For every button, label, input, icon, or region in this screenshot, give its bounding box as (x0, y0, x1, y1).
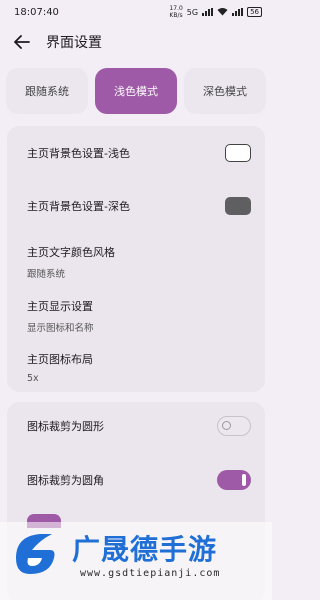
row-layout[interactable]: 主页图标布局 5x (27, 351, 251, 384)
row-bg-dark[interactable]: 主页背景色设置-深色 (27, 197, 251, 215)
wifi-icon (217, 7, 228, 18)
home-settings-card: 主页背景色设置-浅色 主页背景色设置-深色 主页文字颜色风格 跟随系统 主页显示… (7, 126, 265, 392)
row-display-value: 显示图标和名称 (27, 323, 94, 334)
row-bg-light[interactable]: 主页背景色设置-浅色 (27, 144, 251, 162)
row-crop-circle[interactable]: 图标裁剪为圆形 (27, 416, 251, 436)
row-crop-rounded-label: 图标裁剪为圆角 (27, 474, 104, 487)
tab-dark-mode[interactable]: 深色模式 (184, 68, 266, 114)
signal-icon-2 (232, 8, 244, 16)
brand-text: 广晟德手游 (72, 533, 218, 566)
crop-rounded-toggle[interactable] (217, 470, 251, 490)
row-display[interactable]: 主页显示设置 显示图标和名称 (27, 298, 251, 334)
tab-follow-system[interactable]: 跟随系统 (6, 68, 88, 114)
row-text-color[interactable]: 主页文字颜色风格 跟随系统 (27, 244, 251, 280)
dark-color-swatch[interactable] (225, 197, 251, 215)
row-bg-light-label: 主页背景色设置-浅色 (27, 147, 130, 160)
brand-logo-icon (16, 534, 55, 574)
app-bar: 界面设置 (0, 26, 272, 58)
row-crop-rounded[interactable]: 图标裁剪为圆角 (27, 470, 251, 490)
row-display-label: 主页显示设置 (27, 300, 93, 313)
row-text-color-label: 主页文字颜色风格 (27, 246, 115, 259)
status-time: 18:07:40 (14, 6, 59, 18)
status-icons: 17.0 KB/s 5G 56 (169, 5, 262, 19)
toggle-knob (222, 421, 231, 430)
row-text-color-value: 跟随系统 (27, 269, 66, 280)
watermark-overlay: 广晟德手游 www.gsdtiepianji.com (0, 522, 272, 600)
net-speed: 17.0 KB/s (169, 5, 183, 19)
row-layout-label: 主页图标布局 (27, 353, 93, 366)
row-bg-dark-label: 主页背景色设置-深色 (27, 200, 130, 213)
arrow-left-icon[interactable] (12, 32, 32, 52)
status-bar: 18:07:40 17.0 KB/s 5G 56 (0, 0, 272, 24)
row-layout-value: 5x (27, 373, 39, 384)
network-type: 5G (186, 7, 199, 17)
row-crop-circle-label: 图标裁剪为圆形 (27, 420, 104, 433)
signal-icon (202, 8, 214, 16)
brand-url: www.gsdtiepianji.com (80, 568, 221, 579)
tab-light-mode[interactable]: 浅色模式 (95, 68, 177, 114)
crop-circle-toggle[interactable] (217, 416, 251, 436)
light-color-swatch[interactable] (225, 144, 251, 162)
toggle-knob (242, 474, 246, 486)
battery-icon: 56 (247, 7, 262, 17)
page-title: 界面设置 (46, 35, 102, 51)
